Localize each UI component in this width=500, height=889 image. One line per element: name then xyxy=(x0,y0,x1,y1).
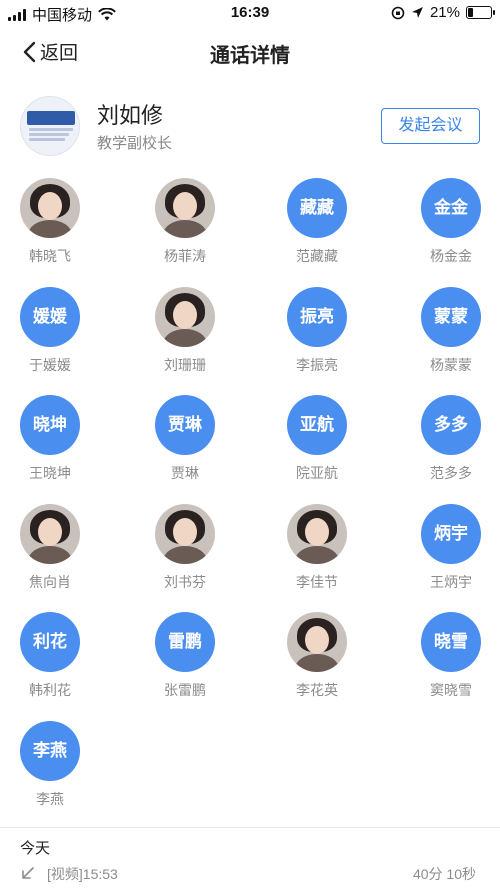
member-name: 韩利花 xyxy=(29,682,71,698)
member-avatar: 晓坤 xyxy=(20,395,80,455)
status-bar: 中国移动 16:39 21% xyxy=(0,0,500,26)
call-record-row[interactable]: [视频]15:53 40分 10秒 xyxy=(20,862,476,884)
member-name: 于媛媛 xyxy=(29,356,71,373)
member-name: 李花英 xyxy=(296,682,338,698)
member-avatar xyxy=(287,612,347,672)
photo-body xyxy=(28,545,72,564)
member-item[interactable]: 雷鹏 张雷鹏 xyxy=(145,612,225,700)
member-name: 焦向肖 xyxy=(29,573,71,590)
member-item[interactable]: 贾琳 贾琳 xyxy=(145,395,225,483)
photo-body xyxy=(163,328,207,347)
member-name: 刘珊珊 xyxy=(164,356,206,373)
rotation-lock-icon xyxy=(391,6,405,19)
battery-icon xyxy=(466,6,495,19)
contact-role: 教学副校长 xyxy=(97,135,173,152)
member-name: 杨菲涛 xyxy=(164,248,206,264)
member-item[interactable]: 亚航 院亚航 xyxy=(277,395,357,483)
photo-face xyxy=(38,192,62,220)
member-name: 院亚航 xyxy=(296,465,338,481)
photo-face xyxy=(305,517,329,546)
member-avatar: 藏藏 xyxy=(287,178,347,238)
photo-body xyxy=(163,220,207,238)
member-item[interactable]: 刘珊珊 xyxy=(145,286,225,375)
member-name: 杨蒙蒙 xyxy=(430,356,472,373)
member-item[interactable]: 焦向肖 xyxy=(10,503,90,592)
battery-percent: 21% xyxy=(429,4,460,21)
incoming-arrow-icon xyxy=(22,867,34,879)
member-item[interactable]: 炳宇 王炳宇 xyxy=(411,503,491,592)
member-item[interactable]: 利花 韩利花 xyxy=(10,612,90,700)
member-avatar: 晓雪 xyxy=(421,612,481,672)
member-avatar: 媛媛 xyxy=(20,286,80,347)
member-avatar: 多多 xyxy=(421,395,481,455)
avatar-banner xyxy=(27,111,75,125)
member-name: 李振亮 xyxy=(296,356,338,373)
record-type-time: [视频]15:53 xyxy=(47,866,118,882)
member-avatar: 李燕 xyxy=(20,720,80,781)
member-item[interactable]: 蒙蒙 杨蒙蒙 xyxy=(411,286,491,375)
divider xyxy=(0,827,500,828)
member-item[interactable]: 晓雪 窦晓雪 xyxy=(411,612,491,700)
member-avatar: 亚航 xyxy=(287,395,347,455)
member-name: 李燕 xyxy=(36,790,64,807)
member-avatar xyxy=(20,503,80,564)
photo-face xyxy=(173,300,197,329)
member-item[interactable]: 李佳节 xyxy=(277,503,357,592)
member-item[interactable]: 刘书芬 xyxy=(145,503,225,592)
member-item[interactable]: 杨菲涛 xyxy=(145,178,225,266)
photo-body xyxy=(295,545,339,564)
contact-header: 刘如修 教学副校长 发起会议 xyxy=(0,90,500,165)
page-title: 通话详情 xyxy=(210,45,290,67)
member-item[interactable]: 金金 杨金金 xyxy=(411,178,491,266)
start-meeting-button[interactable]: 发起会议 xyxy=(381,108,480,144)
member-name: 窦晓雪 xyxy=(430,682,472,698)
member-item[interactable]: 振亮 李振亮 xyxy=(277,286,357,375)
member-name: 王晓坤 xyxy=(29,465,71,481)
member-avatar xyxy=(287,503,347,564)
contact-name: 刘如修 xyxy=(97,103,164,128)
member-item[interactable]: 媛媛 于媛媛 xyxy=(10,286,90,375)
member-item[interactable]: 晓坤 王晓坤 xyxy=(10,395,90,483)
contact-avatar xyxy=(20,96,80,156)
photo-body xyxy=(28,220,72,238)
member-avatar: 贾琳 xyxy=(155,395,215,455)
member-name: 王炳宇 xyxy=(430,573,472,590)
member-name: 范多多 xyxy=(430,465,472,481)
member-avatar: 金金 xyxy=(421,178,481,238)
member-item[interactable]: 多多 范多多 xyxy=(411,395,491,483)
member-avatar xyxy=(20,178,80,238)
member-item[interactable]: 藏藏 范藏藏 xyxy=(277,178,357,266)
member-item[interactable]: 李花英 xyxy=(277,612,357,700)
member-item[interactable]: 李燕 李燕 xyxy=(10,720,90,809)
photo-body xyxy=(295,654,339,672)
nav-bar: 返回 通话详情 xyxy=(0,26,500,76)
record-date: 今天 xyxy=(20,840,51,857)
member-name: 范藏藏 xyxy=(296,248,338,264)
photo-face xyxy=(173,192,197,220)
member-avatar: 蒙蒙 xyxy=(421,286,481,347)
member-avatar xyxy=(155,286,215,347)
record-duration: 40分 10秒 xyxy=(412,866,476,882)
member-name: 刘书芬 xyxy=(164,573,206,590)
member-avatar: 炳宇 xyxy=(421,503,481,564)
battery-fill xyxy=(468,8,474,17)
photo-face xyxy=(38,517,62,546)
member-avatar xyxy=(155,178,215,238)
member-name: 张雷鹏 xyxy=(164,682,206,698)
location-icon xyxy=(411,7,423,18)
photo-face xyxy=(173,517,197,546)
member-item[interactable]: 韩晓飞 xyxy=(10,178,90,266)
photo-body xyxy=(163,545,207,564)
member-avatar: 雷鹏 xyxy=(155,612,215,672)
photo-face xyxy=(305,626,329,654)
member-name: 韩晓飞 xyxy=(29,248,71,264)
member-name: 杨金金 xyxy=(430,248,472,264)
member-avatar: 利花 xyxy=(20,612,80,672)
member-avatar xyxy=(155,503,215,564)
member-name: 李佳节 xyxy=(296,573,338,590)
member-avatar: 振亮 xyxy=(287,286,347,347)
member-name: 贾琳 xyxy=(171,465,199,481)
status-right: 21% xyxy=(391,4,495,21)
